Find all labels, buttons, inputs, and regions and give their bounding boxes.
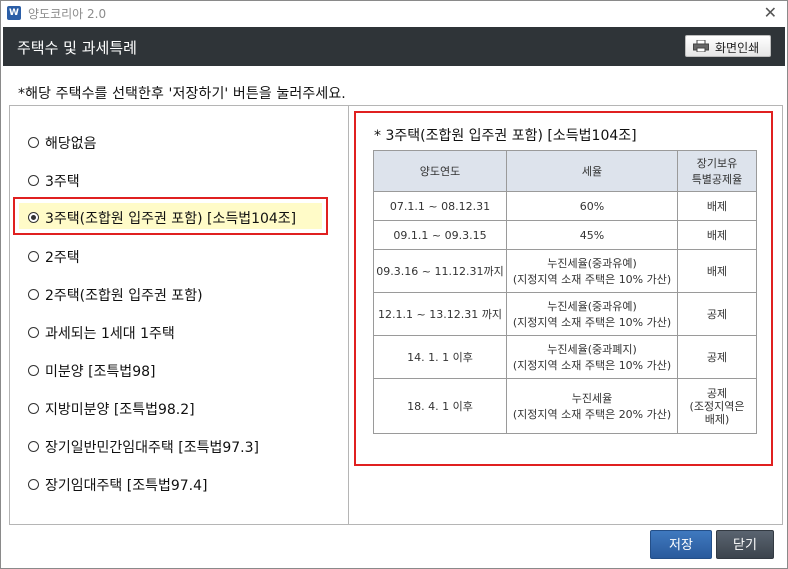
window-close-icon[interactable]: ✕ (764, 3, 777, 22)
table-row: 09.3.16 ~ 11.12.31까지 누진세율(중과유예) (지정지역 소재… (373, 249, 757, 293)
table-row: 07.1.1 ~ 08.12.31 60% 배제 (373, 191, 757, 221)
option-label: 3주택 (45, 174, 80, 190)
radio-icon[interactable] (28, 441, 39, 452)
app-logo-icon: W (7, 6, 21, 20)
content-panel: 해당없음 3주택 3주택(조합원 입주권 포함) [소득법104조] 2주택 2… (9, 105, 783, 525)
radio-icon[interactable] (28, 327, 39, 338)
house-count-options: 해당없음 3주택 3주택(조합원 입주권 포함) [소득법104조] 2주택 2… (10, 106, 349, 524)
option-label: 지방미분양 [조특법98.2] (45, 402, 195, 418)
save-button[interactable]: 저장 (650, 530, 712, 559)
deduction-cell: 배제 (677, 220, 757, 250)
radio-icon[interactable] (28, 479, 39, 490)
radio-selected-icon[interactable] (28, 212, 39, 223)
instruction-text: *해당 주택수를 선택한후 '저장하기' 버튼을 눌러주세요. (18, 86, 346, 102)
app-window: W 양도코리아 2.0 ✕ 주택수 및 과세특례 화면인쇄 *해당 주택수를 선… (0, 0, 788, 569)
deduction-cell: 배제 (677, 249, 757, 293)
dialog-title: 주택수 및 과세특례 (17, 39, 137, 57)
title-bar: W 양도코리아 2.0 ✕ (1, 1, 787, 25)
option-label: 해당없음 (45, 136, 97, 152)
option-label: 2주택(조합원 입주권 포함) (45, 288, 203, 304)
radio-icon[interactable] (28, 365, 39, 376)
option-label: 2주택 (45, 250, 80, 266)
table-row: 12.1.1 ~ 13.12.31 까지 누진세율(중과유예) (지정지역 소재… (373, 292, 757, 336)
window-title: 양도코리아 2.0 (28, 7, 107, 21)
column-header-rate: 세율 (506, 150, 678, 192)
option-label: 미분양 [조특법98] (45, 364, 156, 380)
deduction-cell: 공제 (677, 292, 757, 336)
radio-icon[interactable] (28, 403, 39, 414)
deduction-cell: 배제 (677, 191, 757, 221)
option-label: 과세되는 1세대 1주택 (45, 326, 175, 342)
close-button[interactable]: 닫기 (716, 530, 774, 559)
rate-cell: 누진세율(중과유예) (지정지역 소재 주택은 10% 가산) (506, 292, 678, 336)
table-row: 14. 1. 1 이후 누진세율(중과폐지) (지정지역 소재 주택은 10% … (373, 335, 757, 379)
detail-title: * 3주택(조합원 입주권 포함) [소득법104조] (374, 128, 637, 144)
deduction-cell: 공제 (조정지역은 배제) (677, 378, 757, 434)
rate-cell: 누진세율(중과유예) (지정지역 소재 주택은 10% 가산) (506, 249, 678, 293)
print-screen-label: 화면인쇄 (715, 41, 760, 55)
dialog-header: 주택수 및 과세특례 화면인쇄 (3, 27, 785, 66)
radio-icon[interactable] (28, 289, 39, 300)
rate-cell: 45% (506, 220, 678, 250)
option-label: 3주택(조합원 입주권 포함) [소득법104조] (45, 211, 297, 227)
period-cell: 07.1.1 ~ 08.12.31 (373, 191, 507, 221)
radio-icon[interactable] (28, 137, 39, 148)
period-cell: 09.3.16 ~ 11.12.31까지 (373, 249, 507, 293)
table-row: 18. 4. 1 이후 누진세율 (지정지역 소재 주택은 20% 가산) 공제… (373, 378, 757, 434)
rate-cell: 누진세율(중과폐지) (지정지역 소재 주택은 10% 가산) (506, 335, 678, 379)
rate-cell: 60% (506, 191, 678, 221)
radio-icon[interactable] (28, 251, 39, 262)
period-cell: 14. 1. 1 이후 (373, 335, 507, 379)
printer-icon (693, 40, 709, 52)
table-row: 09.1.1 ~ 09.3.15 45% 배제 (373, 220, 757, 250)
table-header-row: 양도연도 세율 장기보유 특별공제율 (373, 150, 757, 192)
rate-cell: 누진세율 (지정지역 소재 주택은 20% 가산) (506, 378, 678, 434)
option-label: 장기임대주택 [조특법97.4] (45, 478, 208, 494)
period-cell: 09.1.1 ~ 09.3.15 (373, 220, 507, 250)
print-screen-button[interactable]: 화면인쇄 (685, 35, 771, 57)
period-cell: 18. 4. 1 이후 (373, 378, 507, 434)
tax-rate-table: 양도연도 세율 장기보유 특별공제율 07.1.1 ~ 08.12.31 60%… (373, 150, 757, 434)
tax-rate-detail-panel: * 3주택(조합원 입주권 포함) [소득법104조] 양도연도 세율 장기보유… (354, 111, 773, 466)
option-label: 장기일반민간임대주택 [조특법97.3] (45, 440, 259, 456)
column-header-deduction: 장기보유 특별공제율 (677, 150, 757, 192)
deduction-cell: 공제 (677, 335, 757, 379)
radio-icon[interactable] (28, 175, 39, 186)
period-cell: 12.1.1 ~ 13.12.31 까지 (373, 292, 507, 336)
column-header-period: 양도연도 (373, 150, 507, 192)
